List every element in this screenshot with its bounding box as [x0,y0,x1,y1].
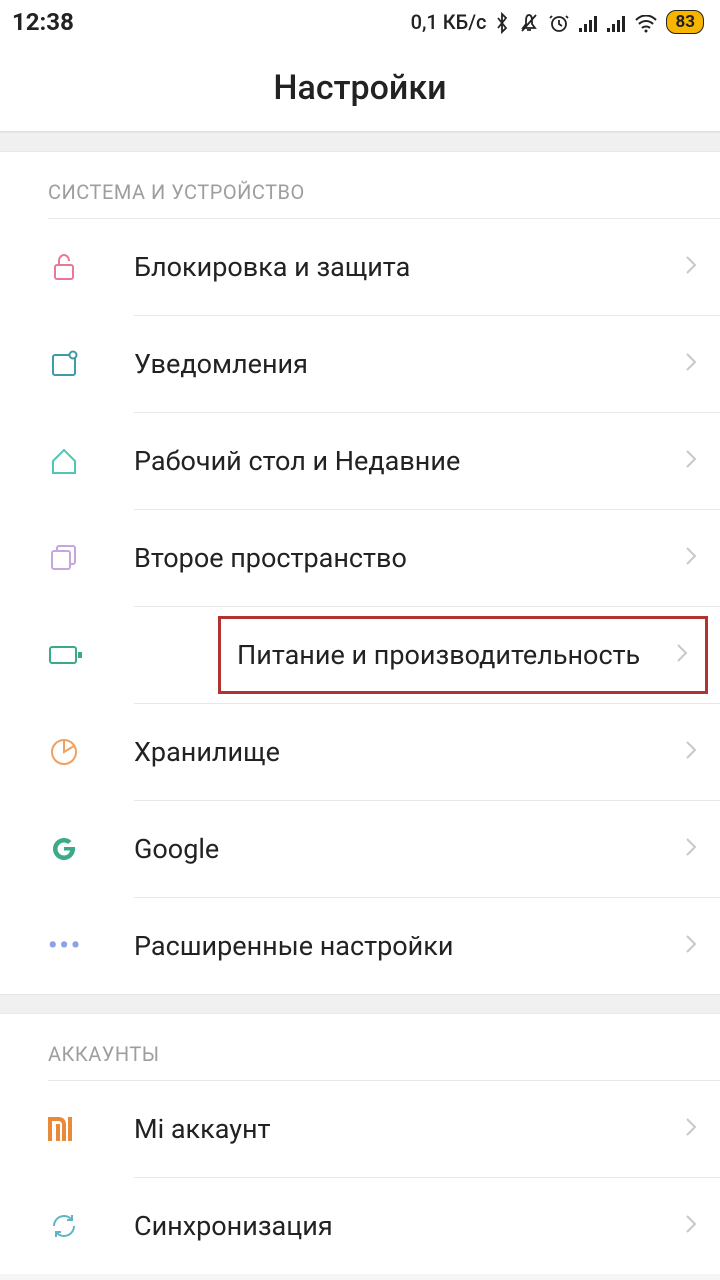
row-storage-label: Хранилище [98,736,684,768]
page-title: Настройки [273,68,446,108]
row-second-space-label: Второе пространство [98,542,684,574]
row-storage[interactable]: Хранилище [0,704,720,800]
alarm-icon [548,10,570,35]
row-sync-label: Синхронизация [98,1210,684,1242]
row-battery-performance[interactable]: Питание и производительность [0,607,720,703]
row-home-label: Рабочий стол и Недавние [98,445,684,477]
chevron-right-icon [675,642,705,669]
chevron-right-icon [684,933,698,960]
section-accounts-title: АККАУНТЫ [0,1014,720,1080]
section-gap [0,132,720,152]
wifi-icon [634,10,658,34]
row-home-recents[interactable]: Рабочий стол и Недавние [0,413,720,509]
row-battery-label: Питание и производительность [221,639,675,671]
row-lock-protection[interactable]: Блокировка и защита [0,219,720,315]
mute-icon [518,10,540,35]
row-mi-label: Mi аккаунт [98,1113,684,1145]
battery-indicator: 83 [666,10,704,34]
second-space-icon [48,542,98,574]
page-header: Настройки [0,44,720,132]
sync-icon [48,1210,98,1242]
row-advanced-label: Расширенные настройки [98,930,684,962]
more-icon: ••• [48,931,98,961]
chevron-right-icon [684,448,698,475]
chevron-right-icon [684,1116,698,1143]
bluetooth-icon [494,10,510,35]
row-mi-account[interactable]: Mi аккаунт [0,1081,720,1177]
status-data-rate: 0,1 КБ/с [411,10,487,34]
chevron-right-icon [684,739,698,766]
chevron-right-icon [684,545,698,572]
section-accounts: АККАУНТЫ Mi аккаунт Синхронизация [0,1014,720,1274]
row-notifications[interactable]: Уведомления [0,316,720,412]
storage-icon [48,736,98,768]
section-gap [0,994,720,1014]
status-bar: 12:38 0,1 КБ/с 83 [0,0,720,44]
google-icon [48,833,98,865]
row-notifications-label: Уведомления [98,348,684,380]
chevron-right-icon [684,1213,698,1240]
chevron-right-icon [684,836,698,863]
section-system-title: СИСТЕМА И УСТРОЙСТВО [0,152,720,218]
lock-icon [48,251,98,283]
home-icon [48,445,98,477]
row-lock-label: Блокировка и защита [98,251,684,283]
row-google[interactable]: Google [0,801,720,897]
status-time: 12:38 [12,8,74,36]
battery-icon [48,643,98,667]
signal-2-icon [606,10,626,34]
signal-1-icon [578,10,598,34]
row-google-label: Google [98,833,684,865]
chevron-right-icon [684,351,698,378]
chevron-right-icon [684,254,698,281]
row-sync[interactable]: Синхронизация [0,1178,720,1274]
row-advanced-settings[interactable]: ••• Расширенные настройки [0,898,720,994]
section-system: СИСТЕМА И УСТРОЙСТВО Блокировка и защита… [0,152,720,994]
status-right: 0,1 КБ/с 83 [411,10,704,35]
row-second-space[interactable]: Второе пространство [0,510,720,606]
mi-logo-icon [48,1117,98,1141]
notifications-icon [48,348,98,380]
